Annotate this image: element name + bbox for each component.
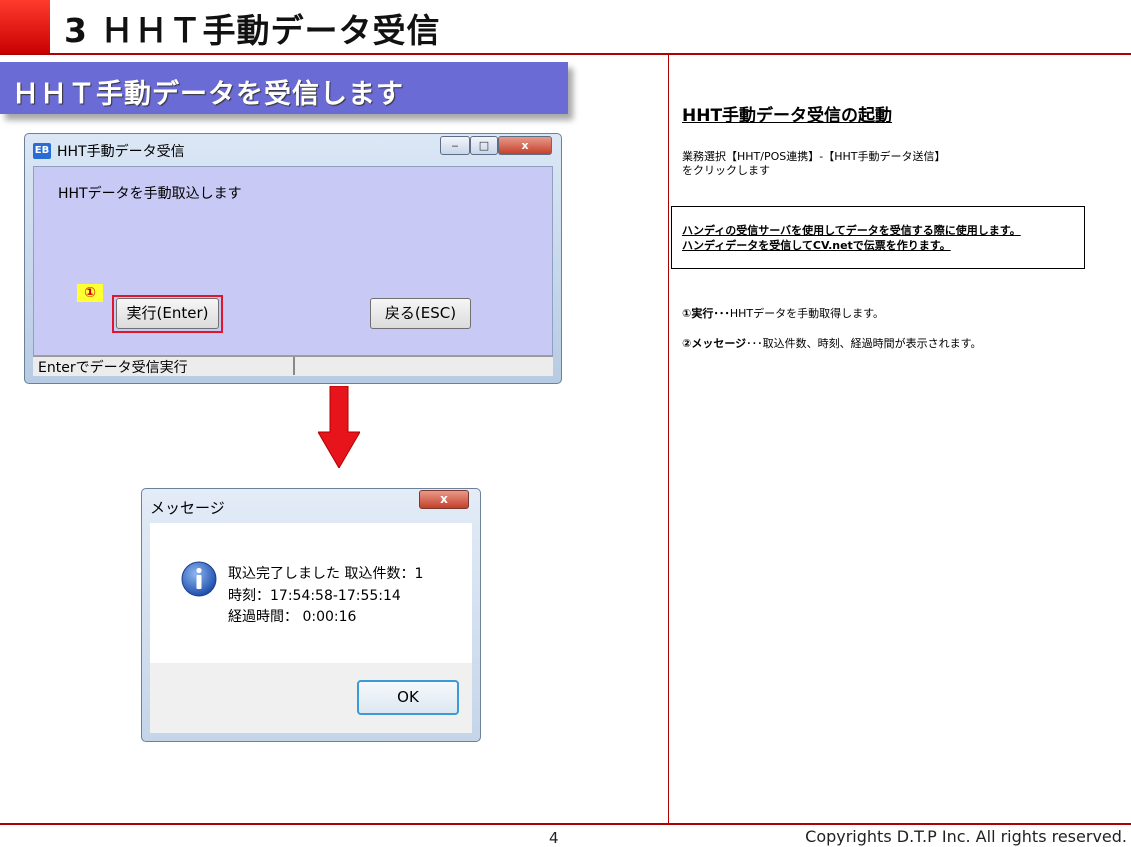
copyright: Copyrights D.T.P Inc. All rights reserve…: [805, 827, 1127, 846]
page-title: 3 ＨＨＴ手動データ受信: [64, 11, 441, 50]
description-label: ①実行･･･: [682, 307, 730, 320]
window-title: HHT手動データ受信: [57, 144, 185, 160]
window-close-button[interactable]: x: [498, 136, 552, 155]
header-accent-block: [0, 0, 50, 54]
header-divider: [0, 53, 1131, 55]
description-text: ･･･取込件数、時刻、経過時間が表示されます。: [746, 337, 982, 350]
note-text: ハンディの受信サーバを使用してデータを受信する際に使用します。: [682, 224, 1021, 237]
status-separator: [293, 357, 295, 375]
app-icon: EB: [33, 143, 51, 159]
dialog-message-line: 経過時間： 0:00:16: [228, 609, 357, 625]
description-execute: ①実行･･･HHTデータを手動取得します。: [682, 305, 884, 321]
description-message: ②メッセージ･･･取込件数、時刻、経過時間が表示されます。: [682, 335, 982, 351]
ok-button[interactable]: OK: [357, 680, 459, 715]
description-label: ②メッセージ: [682, 337, 747, 350]
footer-divider: [0, 823, 1131, 825]
note-text: ハンディデータを受信してCV.netで伝票を作ります。: [682, 239, 951, 252]
status-text: Enterでデータ受信実行: [38, 360, 188, 376]
step-marker-1: ①: [77, 284, 103, 302]
section-heading: HHT手動データ受信の起動: [682, 106, 893, 126]
column-divider: [668, 55, 669, 825]
execute-button[interactable]: 実行(Enter): [116, 298, 219, 329]
dialog-message-line: 時刻：17:54:58-17:55:14: [228, 588, 401, 604]
page-number: 4: [549, 829, 559, 847]
info-icon: [181, 561, 217, 597]
dialog-message-line: 取込完了しました 取込件数：1: [228, 566, 424, 582]
operation-text: をクリックします: [682, 164, 770, 177]
minimize-button[interactable]: ‒: [440, 136, 470, 155]
maximize-button[interactable]: □: [470, 136, 498, 155]
window-message: HHTデータを手動取込します: [58, 186, 242, 202]
back-button[interactable]: 戻る(ESC): [370, 298, 471, 329]
section-banner-text: ＨＨＴ手動データを受信します: [12, 79, 404, 110]
description-text: HHTデータを手動取得します。: [729, 307, 884, 320]
down-arrow-icon: [318, 386, 360, 468]
dialog-title: メッセージ: [150, 499, 225, 517]
dialog-close-button[interactable]: x: [419, 490, 469, 509]
